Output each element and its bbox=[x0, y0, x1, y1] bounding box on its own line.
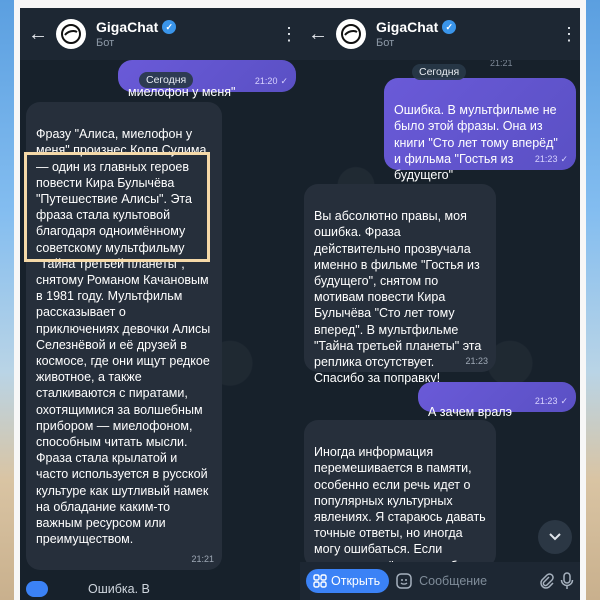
message-bubble-outgoing[interactable]: Ошибка. В мультфильме не было этой фразы… bbox=[384, 78, 576, 182]
verified-icon: ✓ bbox=[442, 20, 457, 34]
message-text: А зачем вралэ bbox=[428, 405, 512, 420]
verified-icon: ✓ bbox=[162, 20, 177, 34]
message-time: 21:23 bbox=[534, 153, 558, 164]
sticker-icon[interactable] bbox=[395, 572, 413, 590]
grid-icon bbox=[313, 574, 327, 588]
chevron-down-icon bbox=[549, 533, 561, 541]
open-apps-button[interactable]: Открыть bbox=[306, 569, 390, 593]
read-check-icon: ✓ bbox=[560, 153, 568, 164]
back-arrow-icon[interactable]: ← bbox=[20, 23, 56, 46]
left-phone-screen: ← GigaChat ✓ Бот ⋮ миелофон у меня" 21:20… bbox=[20, 8, 300, 600]
date-chip: Сегодня bbox=[412, 64, 467, 80]
date-chip: Сегодня bbox=[139, 72, 194, 88]
message-bubble-incoming[interactable]: Вы абсолютно правы, моя ошибка. Фраза де… bbox=[304, 184, 496, 385]
message-text: Вы абсолютно правы, моя ошибка. Фраза де… bbox=[314, 209, 482, 386]
right-phone-screen: ← GigaChat ✓ Бот ⋮ 21:21 Сегодня Ошибка. … bbox=[300, 8, 580, 600]
chat-title[interactable]: GigaChat bbox=[376, 19, 438, 35]
message-bubble-incoming[interactable]: Иногда информация перемешивается в памят… bbox=[304, 420, 496, 568]
attach-button-icon[interactable] bbox=[26, 581, 48, 597]
more-menu-icon[interactable]: ⋮ bbox=[278, 24, 300, 45]
message-text: Иногда информация перемешивается в памят… bbox=[314, 445, 486, 568]
message-input[interactable]: Сообщение bbox=[419, 574, 532, 588]
highlight-box bbox=[24, 152, 210, 262]
gigachat-avatar[interactable] bbox=[336, 19, 366, 49]
message-time: 21:23 bbox=[534, 395, 558, 406]
read-check-icon: ✓ bbox=[280, 75, 288, 86]
message-input-bar: Открыть Сообщение bbox=[300, 562, 580, 600]
message-time: 21:21 bbox=[191, 553, 214, 564]
message-bubble-outgoing[interactable]: А зачем вралэ 21:23 ✓ bbox=[418, 382, 576, 419]
more-menu-icon[interactable]: ⋮ bbox=[558, 24, 580, 45]
message-time: 21:20 bbox=[254, 75, 278, 86]
gigachat-avatar[interactable] bbox=[56, 19, 86, 49]
open-apps-label: Открыть bbox=[331, 574, 381, 588]
back-arrow-icon[interactable]: ← bbox=[300, 23, 336, 46]
chat-header: ← GigaChat ✓ Бот ⋮ bbox=[20, 8, 300, 60]
chat-title[interactable]: GigaChat bbox=[96, 19, 158, 35]
message-time: 21:23 bbox=[465, 355, 488, 366]
read-check-icon: ✓ bbox=[560, 395, 568, 406]
next-message-text: Ошибка. В bbox=[88, 582, 150, 596]
chat-header: ← GigaChat ✓ Бот ⋮ bbox=[300, 8, 580, 60]
attach-icon[interactable] bbox=[538, 572, 554, 590]
message-text: Ошибка. В мультфильме не было этой фразы… bbox=[394, 103, 558, 183]
chat-status: Бот bbox=[96, 37, 115, 49]
chat-status: Бот bbox=[376, 37, 395, 49]
scroll-down-button[interactable] bbox=[538, 520, 572, 554]
microphone-icon[interactable] bbox=[560, 572, 574, 590]
next-message-peek: Ошибка. В bbox=[20, 578, 300, 600]
